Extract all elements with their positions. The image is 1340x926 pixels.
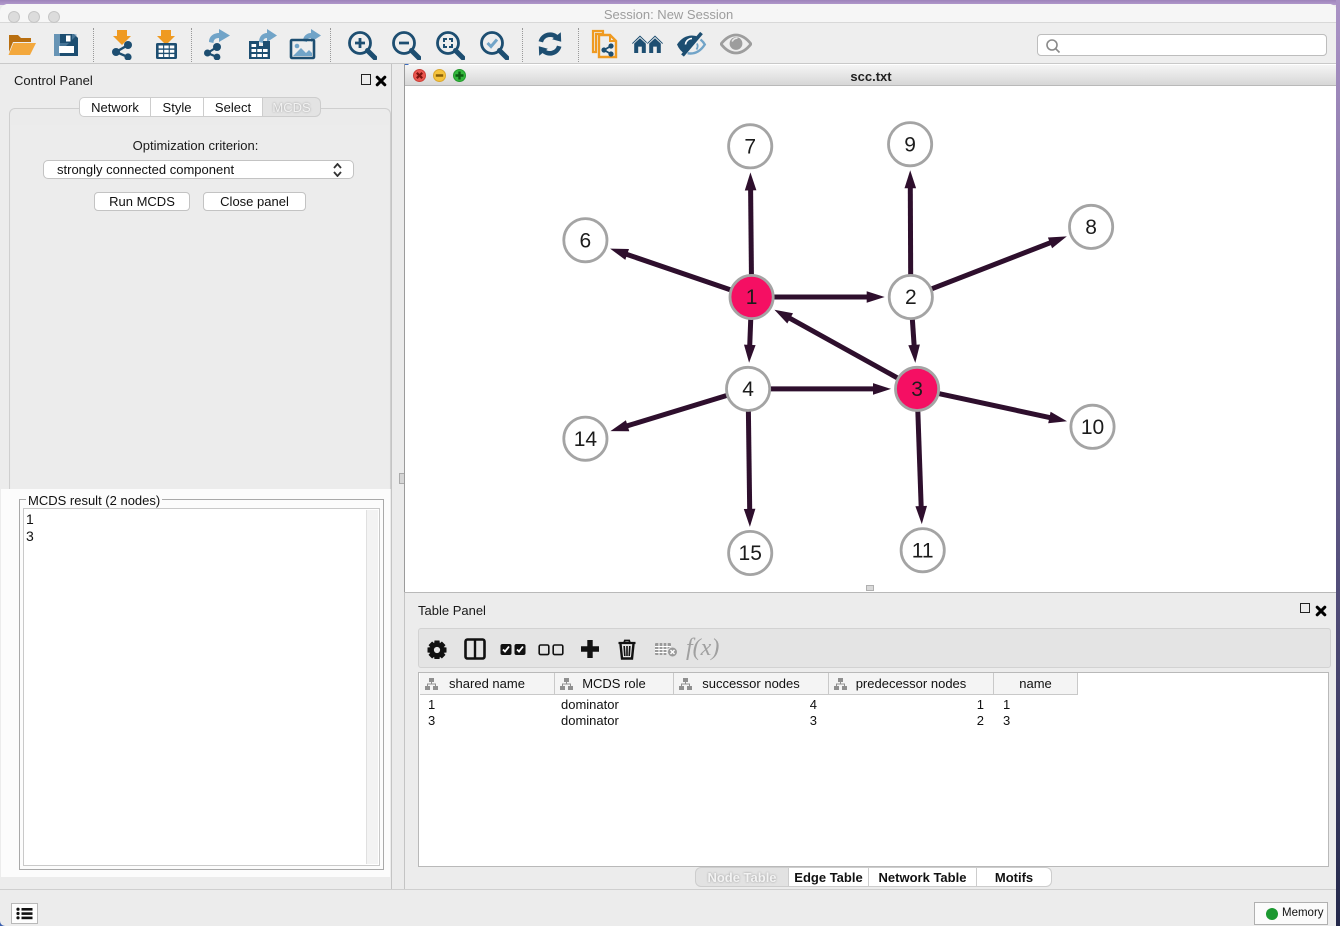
svg-text:6: 6 xyxy=(580,229,592,252)
svg-text:8: 8 xyxy=(1085,216,1097,239)
svg-text:15: 15 xyxy=(739,542,762,565)
svg-text:10: 10 xyxy=(1081,416,1104,439)
svg-text:7: 7 xyxy=(744,136,756,159)
svg-text:3: 3 xyxy=(911,378,923,401)
svg-text:9: 9 xyxy=(904,133,916,156)
svg-text:1: 1 xyxy=(746,286,758,309)
svg-text:2: 2 xyxy=(905,286,917,309)
svg-text:14: 14 xyxy=(574,428,598,451)
svg-text:4: 4 xyxy=(742,378,754,401)
svg-text:11: 11 xyxy=(912,539,934,562)
